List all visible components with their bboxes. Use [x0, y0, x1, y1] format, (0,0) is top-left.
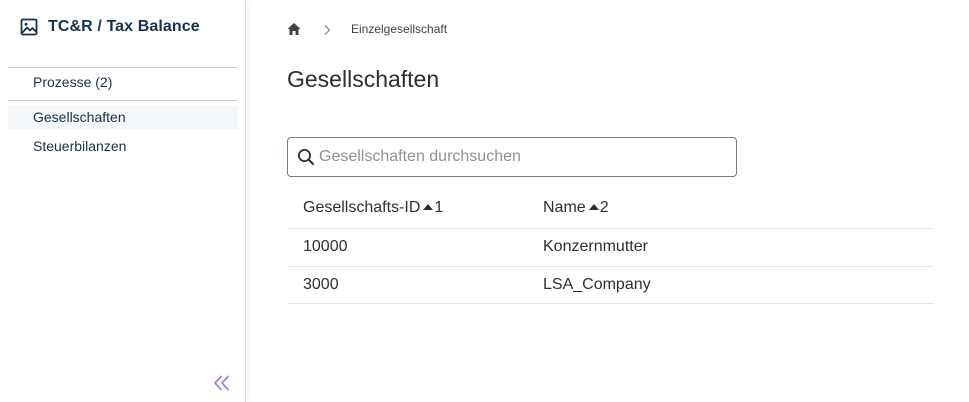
breadcrumb: Einzelgesellschaft [287, 20, 447, 38]
search-input[interactable] [319, 148, 719, 166]
sort-ascending-icon [588, 197, 599, 210]
collapse-sidebar-button[interactable] [212, 373, 232, 393]
sort-indicator: 1 [423, 199, 443, 217]
app-title: TC&R / Tax Balance [48, 18, 200, 35]
column-header-gesellschafts-id[interactable]: Gesellschafts-ID 1 [303, 188, 443, 228]
image-icon [20, 18, 38, 36]
search-icon [297, 148, 315, 166]
page-title: Gesellschaften [287, 66, 440, 92]
search-field[interactable] [287, 137, 737, 177]
sidebar-item-prozesse[interactable]: Prozesse (2) [8, 71, 238, 94]
main-content: Einzelgesellschaft Gesellschaften Gesell… [247, 0, 969, 402]
companies-table: Gesellschafts-ID 1 Name 2 10000 Konzernm… [287, 188, 934, 304]
table-header-row: Gesellschafts-ID 1 Name 2 [287, 188, 934, 229]
sidebar-item-gesellschaften[interactable]: Gesellschaften [8, 106, 238, 129]
cell-gesellschafts-id: 10000 [303, 238, 348, 256]
cell-name: LSA_Company [543, 275, 651, 293]
breadcrumb-current: Einzelgesellschaft [351, 22, 448, 36]
table-row[interactable]: 10000 Konzernmutter [287, 229, 934, 267]
sort-indicator: 2 [588, 197, 609, 217]
home-icon[interactable] [287, 22, 301, 36]
chevron-right-icon [321, 23, 333, 35]
sort-ascending-icon [423, 197, 434, 210]
nav-divider [8, 100, 238, 101]
sidebar: TC&R / Tax Balance Prozesse (2) Gesellsc… [0, 0, 246, 402]
cell-gesellschafts-id: 3000 [303, 275, 339, 293]
app-header: TC&R / Tax Balance [20, 18, 200, 36]
nav-divider [8, 67, 238, 68]
cell-name: Konzernmutter [543, 238, 648, 256]
sidebar-item-steuerbilanzen[interactable]: Steuerbilanzen [8, 135, 238, 158]
table-row[interactable]: 3000 LSA_Company [287, 267, 934, 304]
double-chevron-left-icon [214, 375, 229, 391]
column-header-name[interactable]: Name 2 [543, 188, 609, 228]
